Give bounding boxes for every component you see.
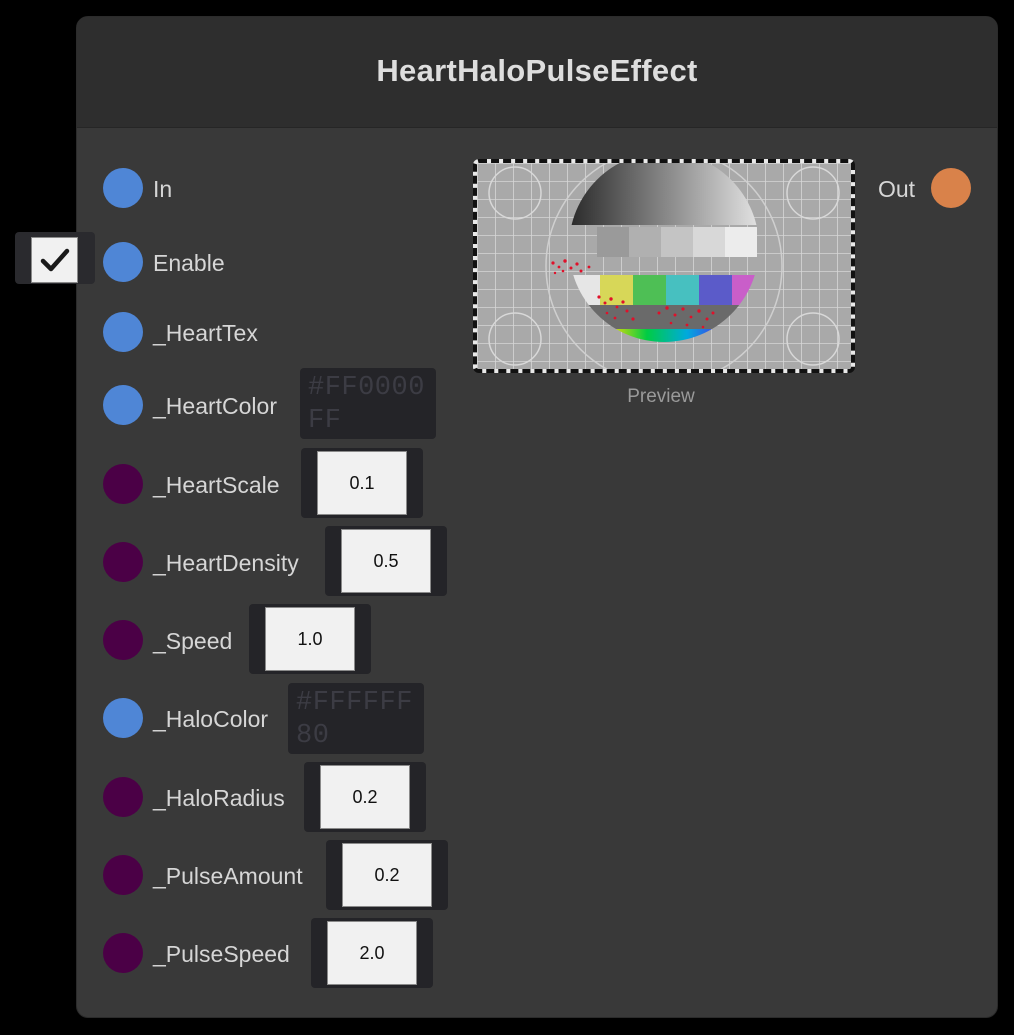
haloradius-input[interactable]: 0.2 [320,765,410,829]
output-port-out[interactable] [931,168,971,208]
input-port-heartscale[interactable] [103,464,143,504]
pulseamount-input[interactable]: 0.2 [342,843,432,907]
input-label-enable: Enable [153,250,225,276]
input-label-haloradius: _HaloRadius [153,785,285,811]
speed-input[interactable]: 1.0 [265,607,355,671]
preview-caption: Preview [627,386,695,407]
halocolor-value: #FFFFFF80 [296,688,413,751]
input-port-heartcolor[interactable] [103,385,143,425]
input-port-haloradius[interactable] [103,777,143,817]
pulsespeed-input[interactable]: 2.0 [327,921,417,985]
input-port-enable[interactable] [103,242,143,282]
heartscale-input[interactable]: 0.1 [317,451,407,515]
input-label-halocolor: _HaloColor [153,706,269,732]
haloradius-field-wrap: 0.2 [304,762,426,832]
input-port-speed[interactable] [103,620,143,660]
heartcolor-value: #FF0000FF [308,373,425,436]
enable-checkbox[interactable] [31,237,78,283]
input-port-pulsespeed[interactable] [103,933,143,973]
input-port-pulseamount[interactable] [103,855,143,895]
input-port-hearttex[interactable] [103,312,143,352]
pulseamount-field-wrap: 0.2 [326,840,448,910]
pulsespeed-field-wrap: 2.0 [311,918,433,988]
node-title: HeartHaloPulseEffect [376,53,698,88]
checkmark-icon [40,248,69,272]
heartscale-field-wrap: 0.1 [301,448,423,518]
input-port-heartdensity[interactable] [103,542,143,582]
input-port-in[interactable] [103,168,143,208]
output-label-out: Out [878,176,916,202]
input-label-heartcolor: _HeartColor [153,393,277,419]
speed-field-wrap: 1.0 [249,604,371,674]
input-label-pulsespeed: _PulseSpeed [153,941,290,967]
enable-toggle-wrap [15,232,95,284]
heartdensity-field-wrap: 0.5 [325,526,447,596]
input-port-halocolor[interactable] [103,698,143,738]
halocolor-field[interactable]: #FFFFFF80 [288,683,424,754]
input-label-pulseamount: _PulseAmount [153,863,303,889]
input-label-in: In [153,176,173,202]
node-header[interactable]: HeartHaloPulseEffect [77,17,997,128]
heartdensity-input[interactable]: 0.5 [341,529,431,593]
input-label-heartscale: _HeartScale [153,472,280,498]
input-label-speed: _Speed [153,628,233,654]
test-pattern-preview [477,163,851,369]
input-label-hearttex: _HeartTex [153,320,258,346]
input-label-heartdensity: _HeartDensity [153,550,299,576]
heartcolor-field[interactable]: #FF0000FF [300,368,436,439]
preview-image [473,159,855,373]
